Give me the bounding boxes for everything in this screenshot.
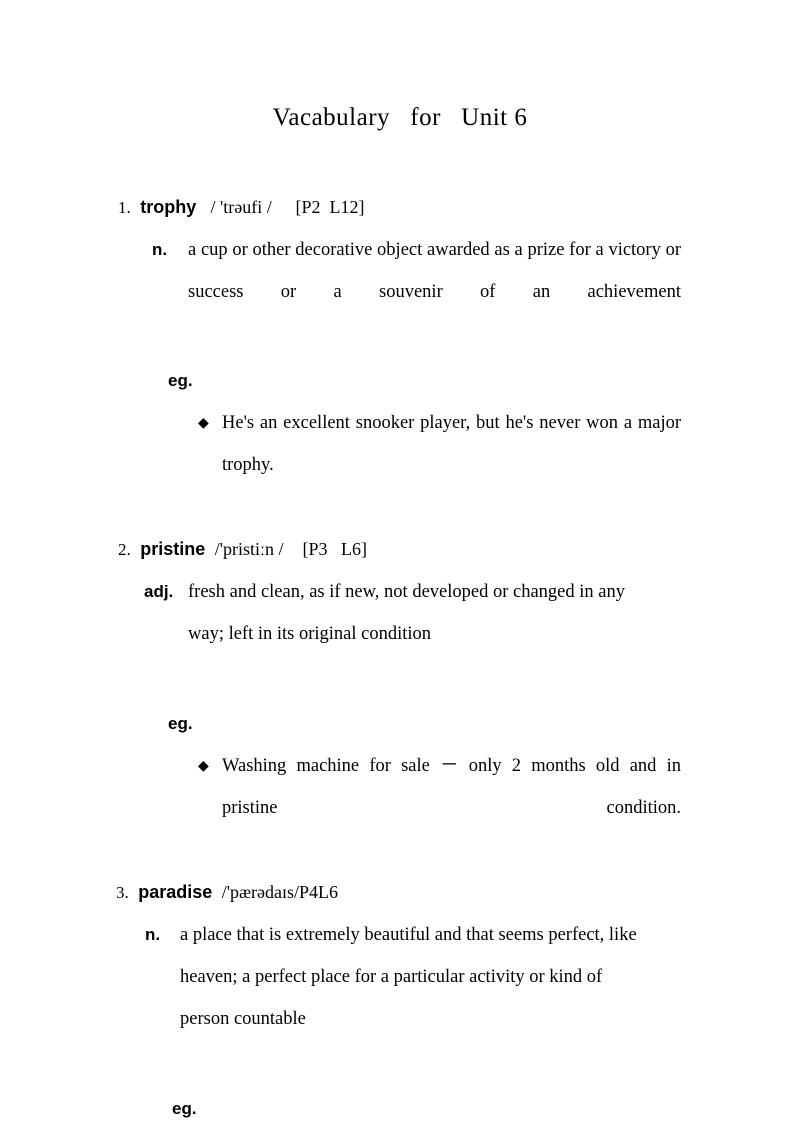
headword: trophy bbox=[140, 197, 197, 217]
definition-block: n. a place that is extremely beautiful an… bbox=[145, 914, 650, 1082]
headword-line: 3. paradise /'pærədaɪs/P4L6 bbox=[0, 871, 800, 914]
example-sentence-block: ◆ Washing machine for sale － only 2 month… bbox=[198, 745, 681, 871]
part-of-speech: n. bbox=[145, 925, 161, 944]
part-of-speech: n. bbox=[152, 240, 168, 259]
entry-number: 3. bbox=[116, 883, 129, 902]
headword-line: 2. pristine /'pristiːn / [P3 L6] bbox=[0, 528, 800, 571]
vocabulary-entry: 2. pristine /'pristiːn / [P3 L6] adj. fre… bbox=[0, 528, 800, 871]
diamond-bullet-icon: ◆ bbox=[198, 415, 209, 431]
phonetic-transcription: / 'trəufi / bbox=[210, 197, 272, 217]
vocabulary-list: 1. trophy / 'trəufi / [P2 L12] n. a cup o… bbox=[0, 186, 800, 1132]
part-of-speech: adj. bbox=[144, 582, 174, 601]
definition-text: a cup or other decorative object awarded… bbox=[188, 240, 681, 302]
phonetic-transcription: /'pristiːn / bbox=[214, 539, 284, 559]
example-sentence: Washing machine for sale － only 2 months… bbox=[222, 756, 681, 818]
example-label: eg. bbox=[168, 714, 193, 733]
entry-number: 2. bbox=[118, 540, 131, 559]
document-page: Vacabulary for Unit 6 1. trophy / 'trəuf… bbox=[0, 0, 800, 1132]
definition-block: adj. fresh and clean, as if new, not deve… bbox=[144, 571, 630, 697]
vocabulary-entry: 1. trophy / 'trəufi / [P2 L12] n. a cup o… bbox=[0, 186, 800, 528]
example-sentence-block: ◆ He's an excellent snooker player, but h… bbox=[198, 402, 681, 528]
example-label: eg. bbox=[172, 1099, 197, 1118]
example-sentence: He's an excellent snooker player, but he… bbox=[222, 413, 681, 475]
definition-text: a place that is extremely beautiful and … bbox=[180, 925, 637, 1029]
vocabulary-entry: 3. paradise /'pærədaɪs/P4L6 n. a place th… bbox=[0, 871, 800, 1132]
phonetic-transcription: /'pærədaɪs/P4L6 bbox=[221, 882, 339, 902]
example-label: eg. bbox=[168, 371, 193, 390]
diamond-bullet-icon: ◆ bbox=[198, 758, 209, 774]
page-line-reference: [P3 L6] bbox=[302, 539, 368, 559]
page-title: Vacabulary for Unit 6 bbox=[272, 104, 528, 131]
entry-number: 1. bbox=[118, 198, 131, 217]
headword: pristine bbox=[140, 539, 206, 559]
page-line-reference: [P2 L12] bbox=[295, 197, 365, 217]
definition-text: fresh and clean, as if new, not develope… bbox=[188, 582, 625, 644]
headword: paradise bbox=[138, 882, 213, 902]
headword-line: 1. trophy / 'trəufi / [P2 L12] bbox=[0, 186, 800, 229]
definition-block: n. a cup or other decorative object award… bbox=[152, 229, 681, 355]
